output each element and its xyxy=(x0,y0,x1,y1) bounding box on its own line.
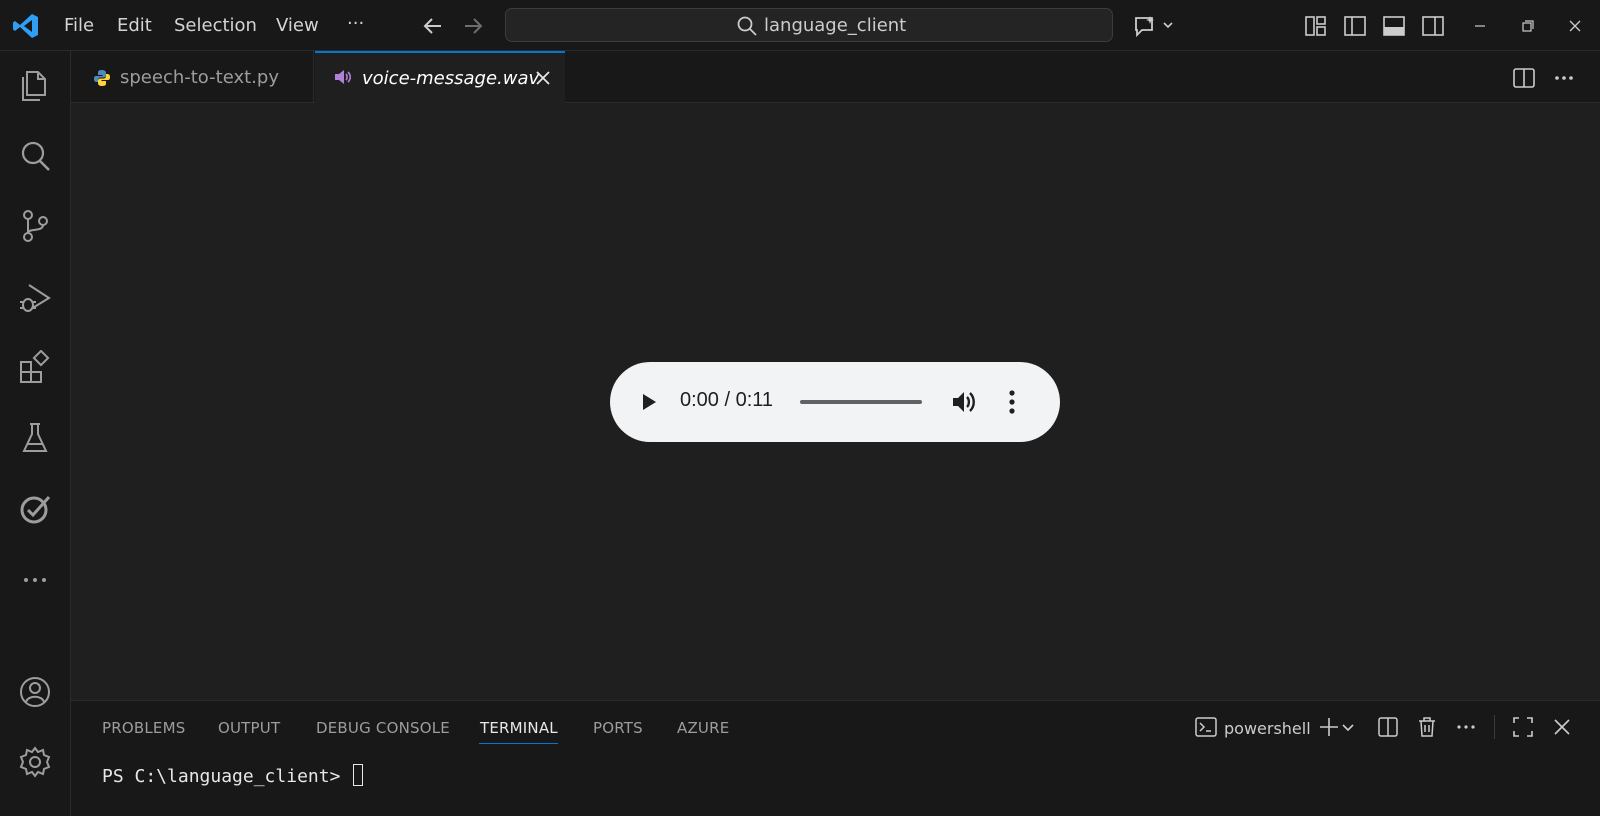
tab-problems[interactable]: PROBLEMS xyxy=(102,719,185,737)
menu-selection[interactable]: Selection xyxy=(174,15,257,36)
menu-view[interactable]: View xyxy=(276,15,319,36)
menu-more[interactable]: ··· xyxy=(347,13,364,34)
menu-file[interactable]: File xyxy=(64,15,94,36)
source-control-icon[interactable] xyxy=(17,208,53,244)
bottom-panel: PROBLEMS OUTPUT DEBUG CONSOLE TERMINAL P… xyxy=(71,700,1600,816)
panel-more-actions-icon[interactable] xyxy=(1454,715,1478,739)
accounts-icon[interactable] xyxy=(17,674,53,710)
toggle-primary-sidebar-icon[interactable] xyxy=(1342,13,1368,39)
terminal-output[interactable]: PS C:\language_client> xyxy=(102,764,364,787)
play-icon[interactable] xyxy=(638,391,660,413)
trash-icon[interactable] xyxy=(1415,715,1439,739)
speaker-icon xyxy=(333,67,353,87)
search-text: language_client xyxy=(764,15,907,36)
vscode-logo-icon xyxy=(12,12,40,40)
explorer-icon[interactable] xyxy=(17,68,53,104)
terminal-dropdown-chevron-icon[interactable] xyxy=(1339,715,1357,739)
tab-label: voice-message.wav xyxy=(362,68,540,89)
tab-label: speech-to-text.py xyxy=(120,67,279,88)
new-terminal-plus-icon[interactable] xyxy=(1317,715,1341,739)
tab-voice-message[interactable]: voice-message.wav xyxy=(315,51,565,104)
volume-icon[interactable] xyxy=(950,388,978,416)
editor-area: 0:00 / 0:11 xyxy=(71,103,1600,700)
audio-time: 0:00 / 0:11 xyxy=(680,389,774,411)
audio-player: 0:00 / 0:11 xyxy=(610,362,1060,442)
settings-gear-icon[interactable] xyxy=(17,744,53,780)
tab-terminal[interactable]: TERMINAL xyxy=(480,719,558,737)
tab-speech-to-text[interactable]: speech-to-text.py xyxy=(71,51,314,103)
search-view-icon[interactable] xyxy=(17,138,53,174)
customize-layout-icon[interactable] xyxy=(1303,13,1329,39)
search-icon xyxy=(736,15,758,37)
menu-edit[interactable]: Edit xyxy=(117,15,152,36)
restore-icon[interactable] xyxy=(1514,13,1540,39)
command-center-search[interactable]: language_client xyxy=(505,8,1113,42)
close-tab-icon[interactable] xyxy=(533,68,553,88)
tab-output[interactable]: OUTPUT xyxy=(218,719,280,737)
active-tab-indicator xyxy=(479,743,558,744)
task-check-icon[interactable] xyxy=(17,491,53,527)
maximize-panel-icon[interactable] xyxy=(1511,715,1535,739)
forward-arrow-icon[interactable] xyxy=(461,14,485,38)
python-icon xyxy=(92,68,112,88)
player-options-icon[interactable] xyxy=(1000,388,1024,416)
close-panel-icon[interactable] xyxy=(1550,715,1574,739)
editor-tab-bar: speech-to-text.py voice-message.wav xyxy=(71,51,1600,104)
split-terminal-icon[interactable] xyxy=(1376,715,1400,739)
close-window-icon[interactable] xyxy=(1562,13,1588,39)
audio-seek-bar[interactable] xyxy=(800,400,922,404)
tab-azure[interactable]: AZURE xyxy=(677,719,729,737)
terminal-icon xyxy=(1194,715,1218,739)
toggle-secondary-sidebar-icon[interactable] xyxy=(1420,13,1446,39)
panel-toolbar-divider xyxy=(1494,715,1495,739)
tab-ports[interactable]: PORTS xyxy=(593,719,643,737)
toggle-panel-icon[interactable] xyxy=(1381,13,1407,39)
terminal-prompt: PS C:\language_client> xyxy=(102,766,352,787)
tab-debug-console[interactable]: DEBUG CONSOLE xyxy=(316,719,450,737)
terminal-shell-name[interactable]: powershell xyxy=(1224,719,1311,738)
editor-more-actions-icon[interactable] xyxy=(1552,66,1576,90)
split-editor-icon[interactable] xyxy=(1512,66,1536,90)
title-bar: File Edit Selection View ··· language_cl… xyxy=(0,0,1600,51)
run-debug-icon[interactable] xyxy=(17,280,53,316)
extensions-icon[interactable] xyxy=(17,350,53,386)
more-views-icon[interactable] xyxy=(17,562,53,598)
back-arrow-icon[interactable] xyxy=(421,14,445,38)
minimize-icon[interactable] xyxy=(1467,13,1493,39)
activity-bar xyxy=(0,51,71,816)
testing-flask-icon[interactable] xyxy=(17,420,53,456)
copilot-chat-icon[interactable] xyxy=(1132,13,1176,39)
terminal-cursor xyxy=(353,764,364,786)
